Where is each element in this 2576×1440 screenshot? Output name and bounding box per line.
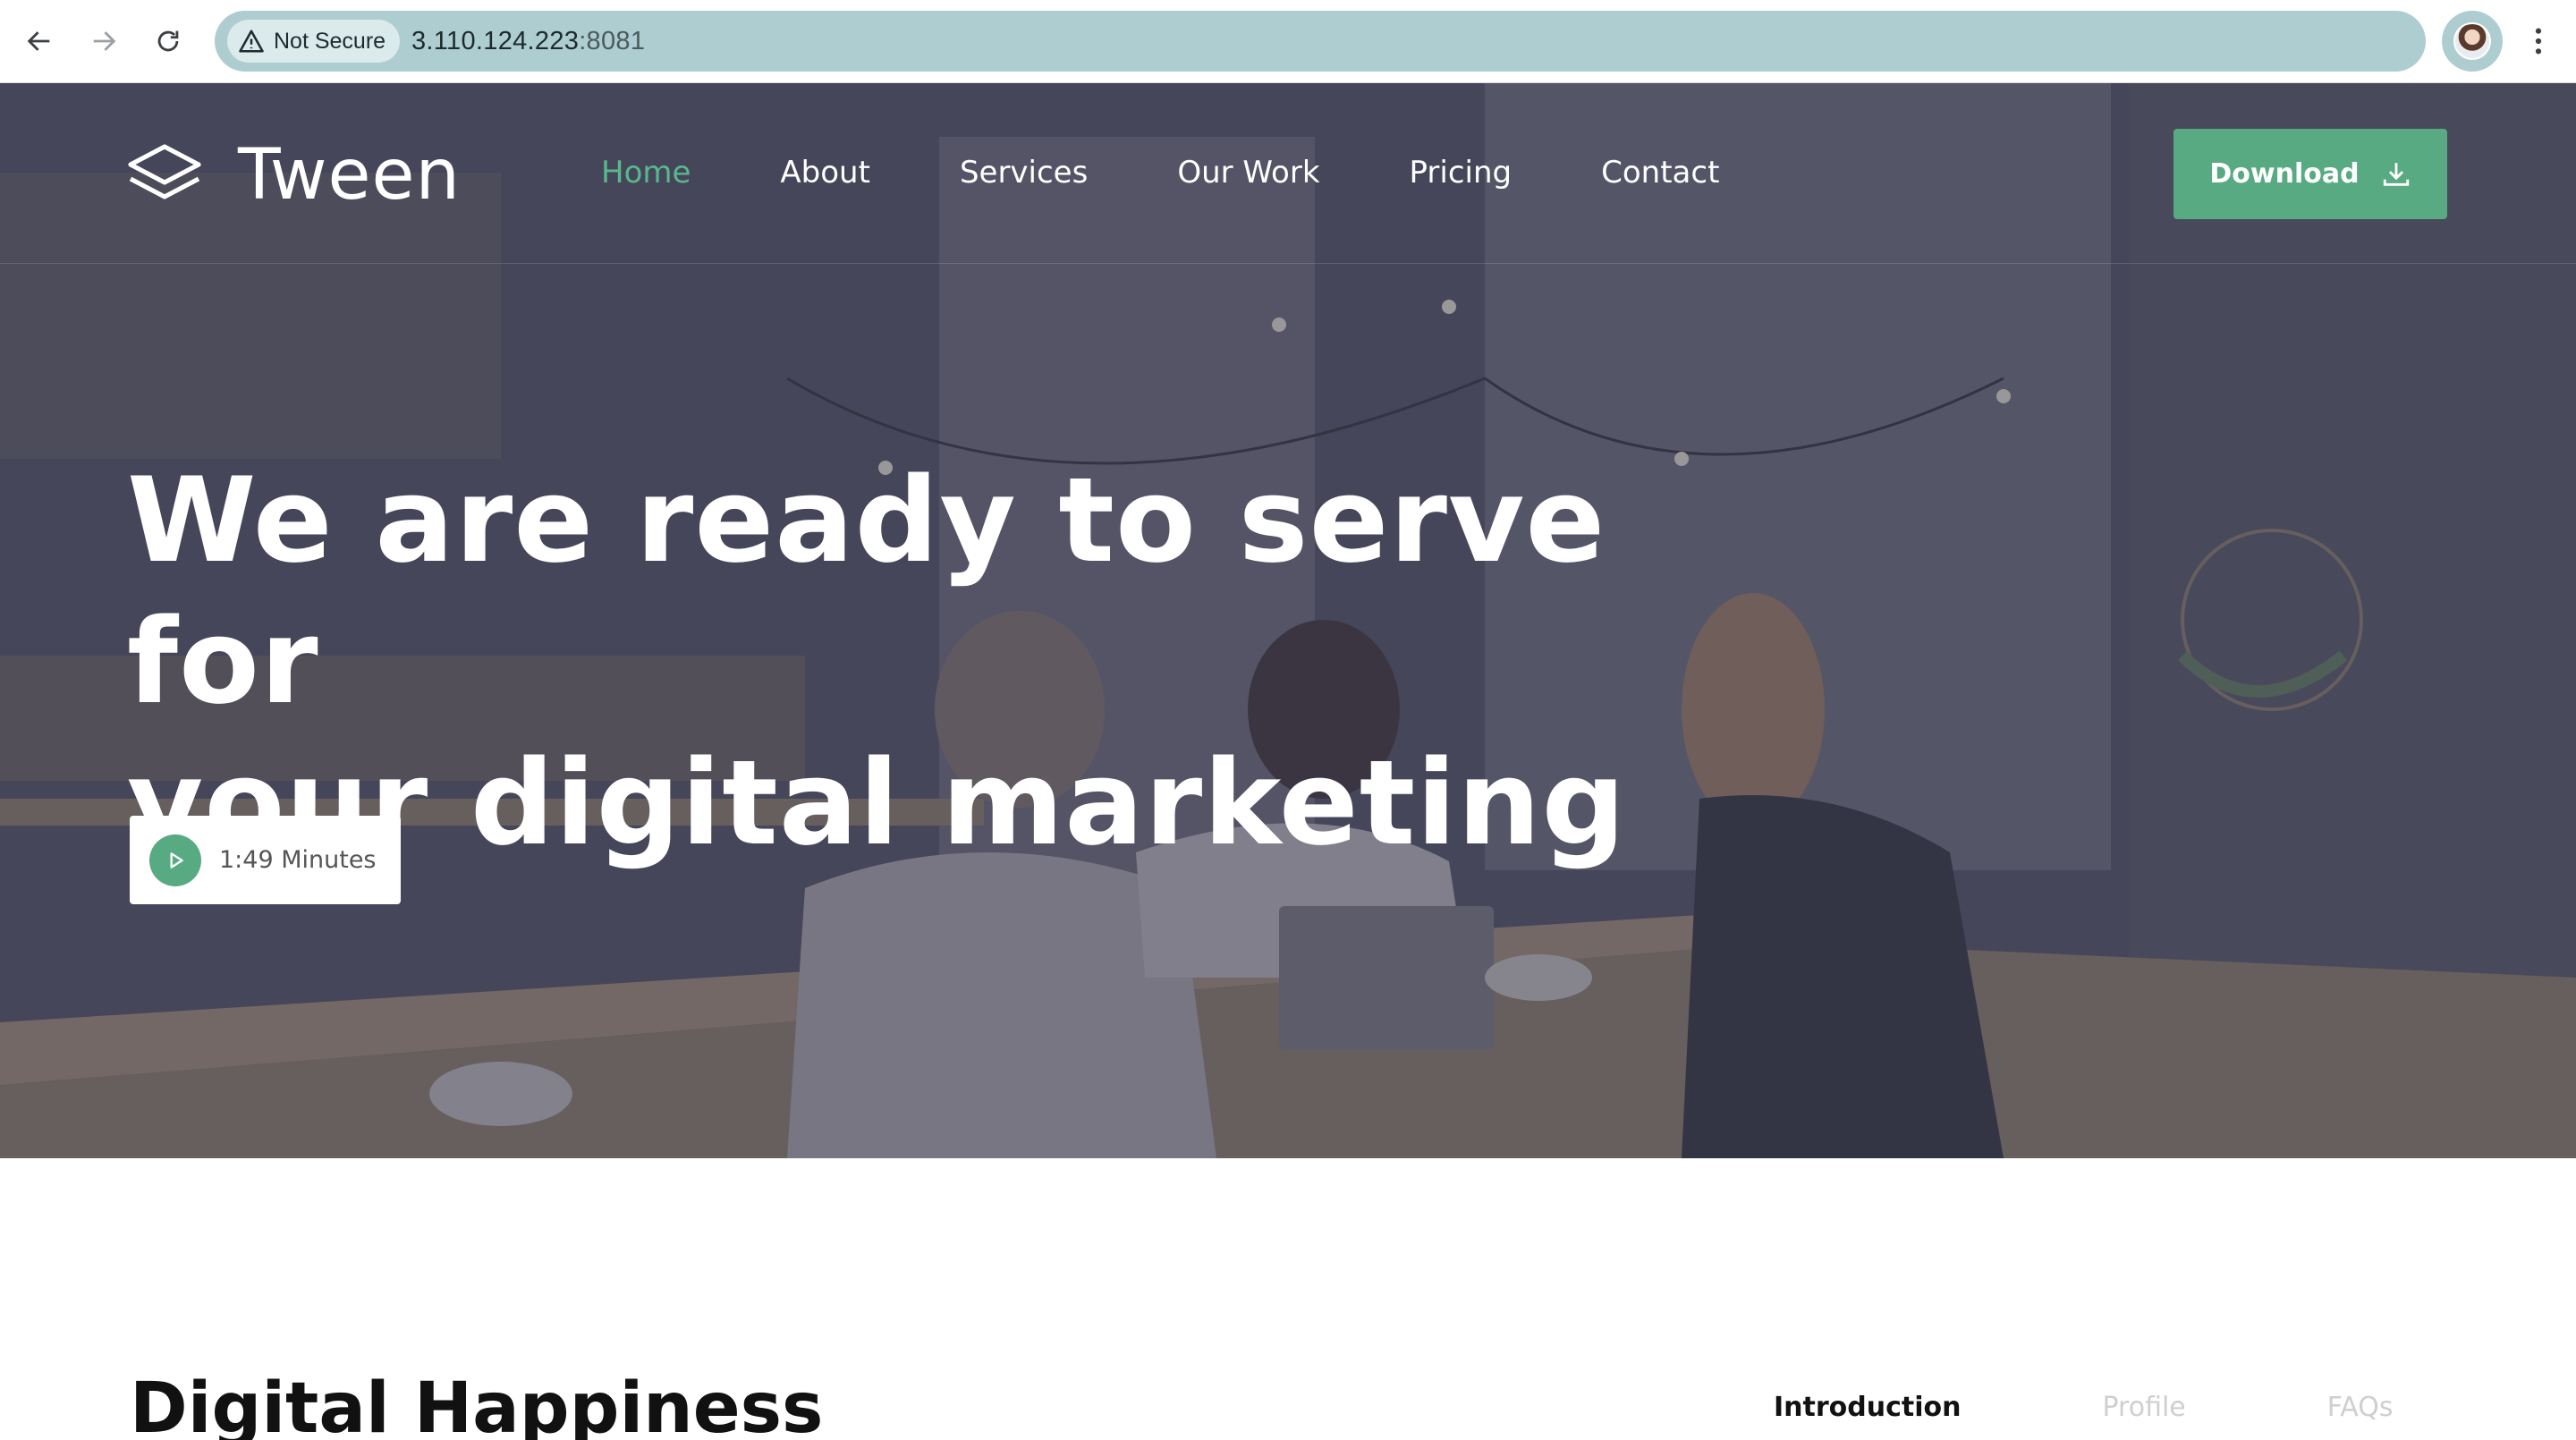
browser-menu-button[interactable] [2521,20,2556,63]
nav-pricing[interactable]: Pricing [1410,155,1513,191]
download-button[interactable]: Download [2174,129,2447,219]
site-logo[interactable]: Tween [127,135,461,216]
nav-contact[interactable]: Contact [1601,155,1719,191]
address-bar[interactable]: Not Secure 3.110.124.223:8081 [215,11,2426,72]
video-duration-label: 1:49 Minutes [219,846,377,874]
main-navigation: Home About Services Our Work Pricing Con… [601,155,1809,191]
play-video-button[interactable]: 1:49 Minutes [130,816,401,904]
nav-about[interactable]: About [780,155,870,191]
intro-tabs: Introduction Profile FAQs [1774,1392,2394,1423]
logo-text: Tween [238,135,461,216]
browser-toolbar: Not Secure 3.110.124.223:8081 [0,0,2576,83]
security-indicator[interactable]: Not Secure [227,20,401,63]
play-button-circle [149,834,201,886]
layers-logo-icon [128,144,201,199]
back-button[interactable] [16,18,63,64]
tab-profile[interactable]: Profile [2102,1392,2185,1423]
site-header: Tween Home About Services Our Work Prici… [0,83,2576,264]
url-host: 3.110.124.223 [411,27,580,55]
security-label: Not Secure [274,28,386,54]
forward-button[interactable] [80,18,127,64]
reload-icon [157,30,179,52]
hero-headline-line-1: We are ready to serve for [127,452,1606,730]
hero-headline: We are ready to serve for your digital m… [127,450,1737,874]
profile-button[interactable] [2442,11,2503,72]
nav-home[interactable]: Home [601,155,691,191]
avatar [2453,22,2491,60]
url-port: :8081 [579,27,646,55]
tab-introduction[interactable]: Introduction [1774,1392,1961,1423]
section-title: Digital Happiness [130,1368,824,1440]
reload-button[interactable] [145,18,191,64]
kebab-menu-icon [2535,28,2542,55]
play-icon [170,851,183,868]
nav-our-work[interactable]: Our Work [1177,155,1319,191]
nav-services[interactable]: Services [960,155,1088,191]
warning-icon [239,30,264,53]
hero-section: Tween Home About Services Our Work Prici… [0,83,2576,1158]
download-icon [2383,162,2409,186]
forward-arrow-icon [93,31,116,51]
url-text[interactable]: 3.110.124.223:8081 [411,27,645,56]
tab-faqs[interactable]: FAQs [2327,1392,2394,1423]
back-arrow-icon [27,31,50,51]
download-label: Download [2209,158,2360,190]
